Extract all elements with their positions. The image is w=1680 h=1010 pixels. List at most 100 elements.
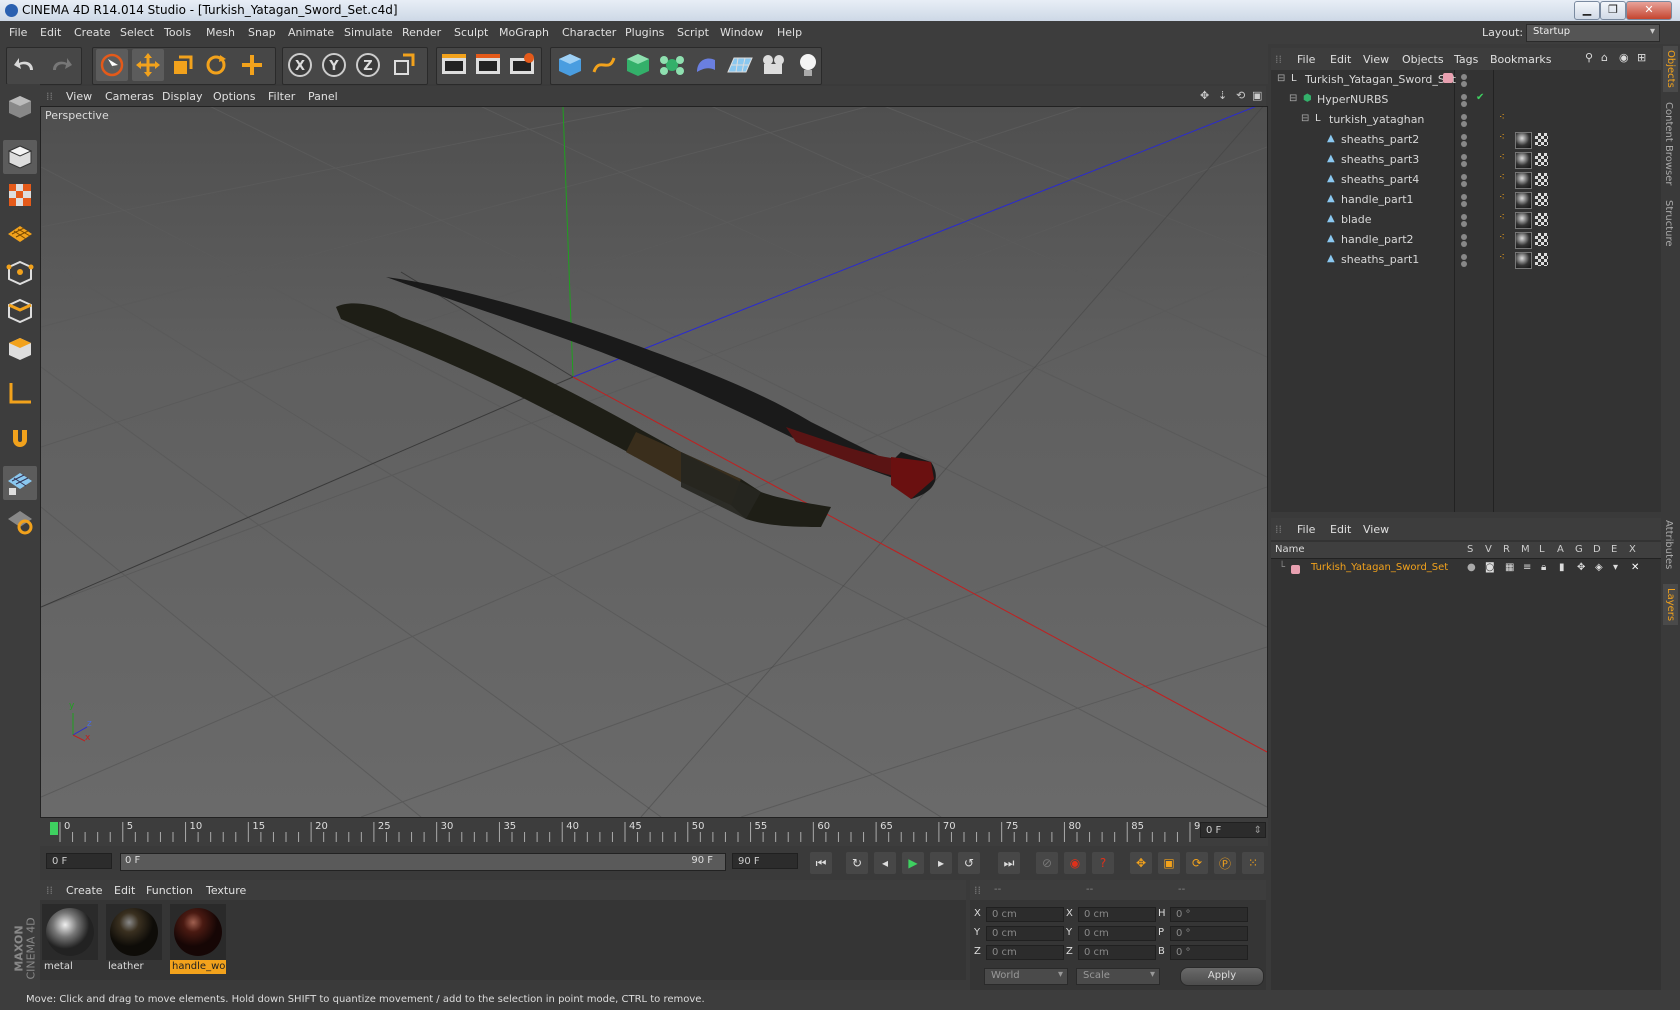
menu-render[interactable]: Render bbox=[402, 26, 441, 39]
coordinate-mode-dropdown[interactable]: World ▾ bbox=[984, 968, 1068, 985]
obj-menu-edit[interactable]: Edit bbox=[1330, 53, 1351, 66]
layer-menu-view[interactable]: View bbox=[1363, 523, 1389, 536]
material-swatch-handle-wood[interactable]: handle_wo bbox=[170, 904, 226, 977]
edges-mode-icon[interactable] bbox=[3, 294, 37, 328]
visible-in-render-dot[interactable] bbox=[1461, 121, 1467, 127]
uvw-tag-icon[interactable] bbox=[1535, 153, 1548, 166]
object-tree-row[interactable]: ▲ blade ⁖ bbox=[1271, 210, 1661, 230]
render-view-icon[interactable] bbox=[438, 49, 470, 81]
workplane-lock-icon[interactable] bbox=[3, 466, 37, 500]
layer-visible-icon[interactable]: ◙ bbox=[1485, 562, 1495, 573]
collapse-icon[interactable]: ⊟ bbox=[1289, 93, 1297, 104]
coord-value-field[interactable]: 0 cm bbox=[986, 926, 1064, 941]
visible-in-render-dot[interactable] bbox=[1461, 81, 1467, 87]
object-name[interactable]: handle_part1 bbox=[1341, 193, 1414, 206]
live-selection-icon[interactable] bbox=[96, 49, 128, 81]
layer-name[interactable]: Turkish_Yatagan_Sword_Set bbox=[1311, 562, 1448, 573]
tab-objects[interactable]: Objects bbox=[1663, 46, 1678, 92]
cube-object-icon[interactable] bbox=[554, 49, 586, 81]
coord-value-field[interactable]: 0 cm bbox=[986, 945, 1064, 960]
obj-menu-tags[interactable]: Tags bbox=[1454, 53, 1478, 66]
menu-snap[interactable]: Snap bbox=[248, 26, 276, 39]
material-tag-icon[interactable] bbox=[1515, 252, 1532, 269]
maximize-button[interactable]: ❐ bbox=[1600, 1, 1626, 20]
material-tag-icon[interactable] bbox=[1515, 132, 1532, 149]
frame-range-slider[interactable]: 0 F 90 F bbox=[120, 853, 726, 871]
redo-icon[interactable] bbox=[44, 49, 76, 81]
obj-menu-bookmarks[interactable]: Bookmarks bbox=[1490, 53, 1551, 66]
vp-menu-options[interactable]: Options bbox=[213, 90, 255, 103]
visible-in-editor-dot[interactable] bbox=[1461, 94, 1467, 100]
coord-value-field[interactable]: 0 cm bbox=[1078, 926, 1156, 941]
phong-tag-icon[interactable]: ⁖ bbox=[1499, 252, 1505, 263]
visible-in-render-dot[interactable] bbox=[1461, 221, 1467, 227]
visible-in-render-dot[interactable] bbox=[1461, 241, 1467, 247]
object-tree-row[interactable]: ⊟ Lturkish_yataghan ⁖ bbox=[1271, 110, 1661, 130]
vp-menu-view[interactable]: View bbox=[66, 90, 92, 103]
deformer-icon[interactable] bbox=[690, 49, 722, 81]
visible-in-editor-dot[interactable] bbox=[1461, 234, 1467, 240]
phong-tag-icon[interactable]: ⁖ bbox=[1499, 192, 1505, 203]
layer-column-header[interactable]: L bbox=[1539, 544, 1545, 555]
go-to-previous-key-icon[interactable]: ↻ bbox=[846, 852, 868, 874]
record-active-icon[interactable]: ⊘ bbox=[1036, 852, 1058, 874]
vp-menu-filter[interactable]: Filter bbox=[268, 90, 295, 103]
layer-render-icon[interactable]: ▦ bbox=[1505, 562, 1514, 573]
rotate-view-icon[interactable]: ⟲ bbox=[1236, 89, 1245, 102]
object-name[interactable]: blade bbox=[1341, 213, 1372, 226]
light-object-icon[interactable] bbox=[792, 49, 824, 81]
coordinate-system-icon[interactable] bbox=[388, 49, 420, 81]
menu-create[interactable]: Create bbox=[74, 26, 111, 39]
phong-tag-icon[interactable]: ⁖ bbox=[1499, 152, 1505, 163]
tab-attributes[interactable]: Attributes bbox=[1663, 520, 1674, 569]
uvw-tag-icon[interactable] bbox=[1535, 193, 1548, 206]
points-mode-icon[interactable] bbox=[3, 256, 37, 290]
polygons-mode-icon[interactable] bbox=[3, 332, 37, 366]
object-name[interactable]: HyperNURBS bbox=[1317, 93, 1388, 106]
magnet-icon[interactable] bbox=[3, 422, 37, 456]
material-tag-icon[interactable] bbox=[1515, 192, 1532, 209]
layer-solo-icon[interactable]: ● bbox=[1467, 562, 1476, 573]
phong-tag-icon[interactable]: ⁖ bbox=[1499, 172, 1505, 183]
playhead-marker[interactable] bbox=[50, 822, 58, 835]
object-tree-row[interactable]: ▲ handle_part1 ⁖ bbox=[1271, 190, 1661, 210]
autokey-icon[interactable]: ◉ bbox=[1064, 852, 1086, 874]
object-name[interactable]: sheaths_part2 bbox=[1341, 133, 1419, 146]
texture-mode-icon[interactable] bbox=[3, 178, 37, 212]
keyframe-selection-icon[interactable]: ? bbox=[1092, 852, 1114, 874]
material-tag-icon[interactable] bbox=[1515, 212, 1532, 229]
visible-in-render-dot[interactable] bbox=[1461, 161, 1467, 167]
visible-in-editor-dot[interactable] bbox=[1461, 254, 1467, 260]
object-name[interactable]: Turkish_Yatagan_Sword_Set bbox=[1305, 73, 1456, 86]
phong-tag-icon[interactable]: ⁖ bbox=[1499, 132, 1505, 143]
move-view-icon[interactable]: ✥ bbox=[1200, 89, 1209, 102]
layer-lock-icon[interactable]: 🔒︎ bbox=[1541, 562, 1546, 573]
object-name[interactable]: sheaths_part1 bbox=[1341, 253, 1419, 266]
position-key-icon[interactable]: ✥ bbox=[1130, 852, 1152, 874]
menu-character[interactable]: Character bbox=[562, 26, 616, 39]
tab-layers[interactable]: Layers bbox=[1663, 584, 1678, 626]
tab-content-browser[interactable]: Content Browser bbox=[1663, 102, 1674, 185]
visible-in-render-dot[interactable] bbox=[1461, 261, 1467, 267]
object-tree-row[interactable]: ▲ handle_part2 ⁖ bbox=[1271, 230, 1661, 250]
layer-menu-file[interactable]: File bbox=[1297, 523, 1315, 536]
menu-plugins[interactable]: Plugins bbox=[625, 26, 664, 39]
zoom-view-icon[interactable]: ⇣ bbox=[1218, 89, 1227, 102]
layer-color-swatch[interactable] bbox=[1291, 565, 1300, 574]
mat-menu-texture[interactable]: Texture bbox=[206, 884, 246, 897]
apply-button[interactable]: Apply bbox=[1180, 967, 1264, 986]
eye-icon[interactable]: ◉ bbox=[1619, 51, 1629, 64]
object-tree-row[interactable]: ⊟ L Turkish_Yatagan_Sword_Set bbox=[1271, 70, 1661, 90]
coord-value-field[interactable]: 0 cm bbox=[1078, 907, 1156, 922]
collapse-icon[interactable]: ⊟ bbox=[1301, 113, 1309, 124]
layer-color-swatch[interactable] bbox=[1443, 73, 1453, 83]
menu-window[interactable]: Window bbox=[720, 26, 763, 39]
object-tree-row[interactable]: ▲ sheaths_part1 ⁖ bbox=[1271, 250, 1661, 270]
parameter-key-icon[interactable]: Ⓟ bbox=[1214, 852, 1236, 874]
obj-menu-view[interactable]: View bbox=[1363, 53, 1389, 66]
layer-column-header[interactable]: M bbox=[1521, 544, 1530, 555]
menu-select[interactable]: Select bbox=[120, 26, 154, 39]
axis-mode-icon[interactable] bbox=[3, 376, 37, 410]
scale-tool-icon[interactable] bbox=[166, 49, 198, 81]
layer-column-header[interactable]: S bbox=[1467, 544, 1473, 555]
